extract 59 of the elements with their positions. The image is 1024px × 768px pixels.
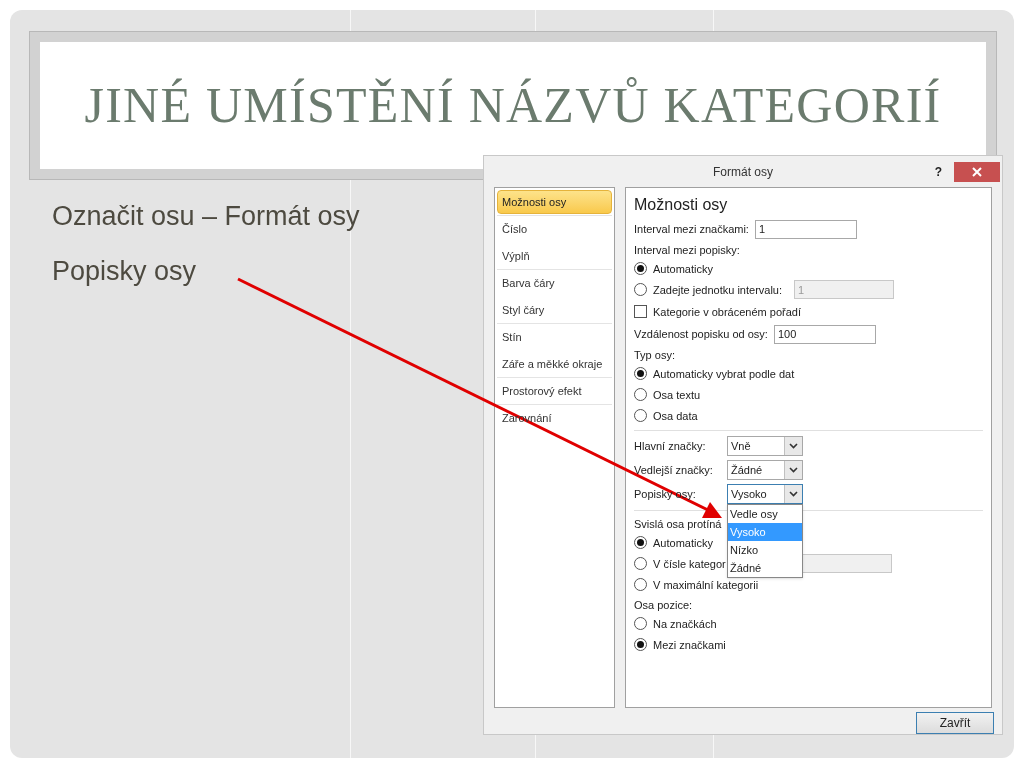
radio-button[interactable] xyxy=(634,409,647,423)
close-button[interactable] xyxy=(954,161,1000,182)
radio-button[interactable] xyxy=(634,388,647,402)
radio-label: Automaticky vybrat podle dat xyxy=(653,366,795,382)
dropdown-option[interactable]: Nízko xyxy=(728,541,802,560)
nav-item[interactable]: Prostorový efekt xyxy=(497,379,612,404)
chevron-down-icon xyxy=(789,443,798,450)
radio-label: Automaticky xyxy=(653,535,713,551)
radio-label: Osa data xyxy=(653,408,698,424)
radio-label: Na značkách xyxy=(653,616,717,632)
radio-button[interactable] xyxy=(634,262,647,276)
select-label: Hlavní značky: xyxy=(634,439,707,454)
nav-item[interactable]: Styl čáry xyxy=(497,298,612,323)
nav-item[interactable]: Záře a měkké okraje xyxy=(497,352,612,377)
group-label: Osa pozice: xyxy=(634,597,693,613)
radio-button[interactable] xyxy=(634,536,647,550)
nav-item[interactable]: Výplň xyxy=(497,244,612,269)
text-field[interactable]: 1 xyxy=(754,219,857,239)
select-label: Vedlejší značky: xyxy=(634,463,714,478)
nav-item[interactable]: Stín xyxy=(497,325,612,350)
bullet-text: Označit osu – Formát osy xyxy=(52,200,360,233)
radio-label: Osa textu xyxy=(653,387,701,403)
close-dialog-button[interactable]: Zavřít xyxy=(916,712,994,734)
radio-label: Automaticky xyxy=(653,261,713,277)
radio-button[interactable] xyxy=(634,617,647,631)
checkbox-label: Kategorie v obráceném pořadí xyxy=(653,304,801,320)
radio-button[interactable] xyxy=(634,638,647,652)
nav-item[interactable]: Číslo xyxy=(497,217,612,242)
radio-button[interactable] xyxy=(634,367,647,381)
group-label: Typ osy: xyxy=(634,347,675,363)
chevron-down-icon xyxy=(789,467,798,474)
dropdown-option[interactable]: Vedle osy xyxy=(728,505,802,524)
dialog-title: Formát osy xyxy=(713,163,773,181)
close-icon xyxy=(972,166,982,177)
radio-button[interactable] xyxy=(634,283,647,297)
text-field[interactable]: 100 xyxy=(773,324,876,344)
radio-label: Mezi značkami xyxy=(653,637,726,653)
radio-label: V čísle kategor xyxy=(653,556,726,572)
bullet-text: Popisky osy xyxy=(52,254,198,288)
nav-item[interactable]: Možnosti osy xyxy=(497,190,612,215)
radio-button[interactable] xyxy=(634,578,647,592)
chevron-down-icon xyxy=(789,491,798,498)
dropdown-select[interactable]: Vně xyxy=(727,436,803,457)
radio-label: V maximální kategorii xyxy=(653,577,759,593)
radio-button[interactable] xyxy=(634,557,647,571)
group-label: Svislá osa protíná xyxy=(634,516,722,532)
checkbox[interactable] xyxy=(634,305,647,319)
help-button[interactable]: ? xyxy=(934,162,942,181)
field-label: Interval mezi značkami: xyxy=(634,222,749,237)
panel-heading: Možnosti osy xyxy=(634,196,729,216)
radio-label: Zadejte jednotku intervalu: xyxy=(653,282,783,298)
group-label: Interval mezi popisky: xyxy=(634,242,740,258)
dropdown-option[interactable]: Žádné xyxy=(728,559,802,578)
dropdown-select[interactable]: Vysoko xyxy=(727,484,803,505)
select-label: Popisky osy: xyxy=(634,487,697,502)
field-label: Vzdálenost popisku od osy: xyxy=(634,327,768,342)
nav-item[interactable]: Barva čáry xyxy=(497,271,612,296)
slide-title: JINÉ UMÍSTĚNÍ NÁZVŮ KATEGORIÍ xyxy=(84,76,942,135)
dropdown-select[interactable]: Žádné xyxy=(727,460,803,481)
